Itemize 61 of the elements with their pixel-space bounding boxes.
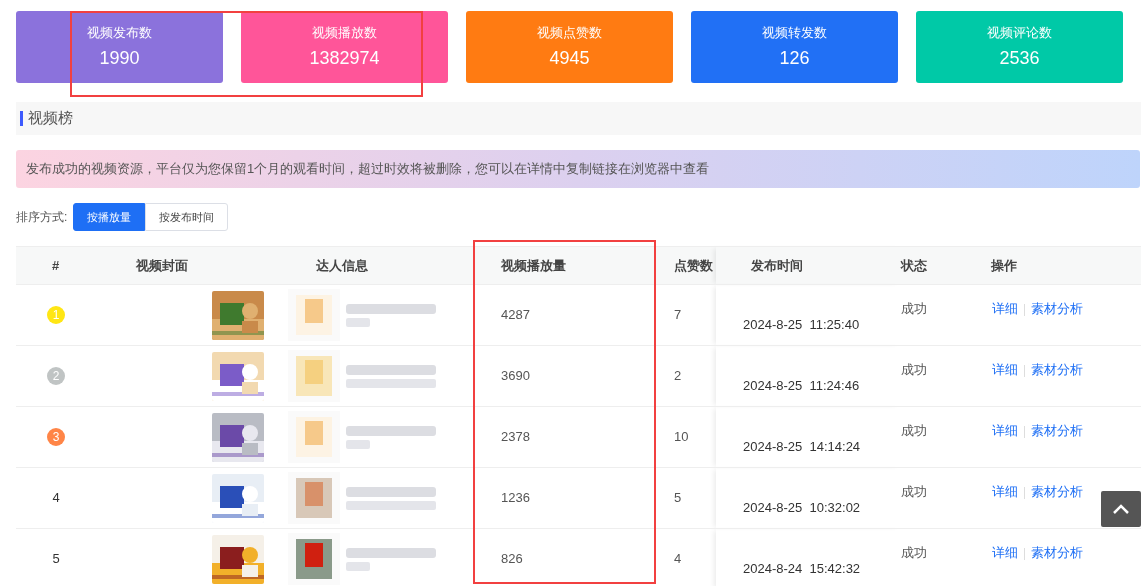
action-link[interactable]: 素材分析: [1031, 301, 1083, 316]
publish-time: 2024-8-25 11:24:46: [743, 378, 860, 394]
action-link[interactable]: 详细: [992, 484, 1018, 499]
like-count: 5: [674, 490, 682, 506]
stat-label: 视频评论数: [987, 24, 1052, 42]
sort-option[interactable]: 按发布时间: [145, 203, 229, 231]
column-header: 状态: [901, 257, 927, 273]
notice-banner: 发布成功的视频资源，平台仅为您保留1个月的观看时间，超过时效将被删除，您可以在详情中复制链接在浏览器中查看: [16, 150, 1140, 188]
stat-value: 126: [779, 46, 810, 70]
back-to-top-button[interactable]: [1101, 491, 1141, 527]
like-count: 2: [674, 368, 682, 384]
publish-time: 2024-8-25 14:14:24: [743, 439, 861, 455]
stat-label: 视频发布数: [87, 24, 152, 42]
stat-value: 1990: [99, 46, 140, 70]
stat-value: 1382974: [309, 46, 380, 70]
play-count: 2378: [501, 429, 530, 445]
like-count: 10: [674, 429, 689, 445]
action-link[interactable]: 素材分析: [1031, 545, 1083, 560]
like-count: 4: [674, 551, 682, 567]
action-link[interactable]: 详细: [992, 545, 1018, 560]
action-link[interactable]: 详细: [992, 301, 1018, 316]
column-header: 发布时间: [751, 257, 803, 273]
rank-number: 5: [52, 551, 60, 567]
status-text: 成功: [901, 484, 927, 499]
sort-label: 排序方式:: [16, 209, 68, 226]
publish-time: 2024-8-25 11:25:40: [743, 317, 860, 333]
chevron-up-icon: [1113, 504, 1129, 514]
publish-time: 2024-8-25 10:32:02: [743, 500, 861, 516]
status-text: 成功: [901, 362, 927, 377]
status-text: 成功: [901, 423, 927, 438]
column-header: 操作: [991, 257, 1017, 273]
action-link[interactable]: 详细: [992, 362, 1018, 377]
play-count: 3690: [501, 368, 530, 384]
column-header: 点赞数: [674, 257, 713, 273]
status-text: 成功: [901, 545, 927, 560]
rank-number: 4: [52, 490, 60, 506]
play-count: 4287: [501, 307, 530, 323]
rank-badge: 1: [47, 306, 65, 325]
sort-option[interactable]: 按播放量: [73, 203, 146, 231]
rank-badge: 2: [47, 367, 65, 386]
action-link[interactable]: 素材分析: [1031, 423, 1083, 438]
section-title: 视频榜: [28, 108, 73, 129]
publish-time: 2024-8-24 15:42:32: [743, 561, 861, 577]
stat-label: 视频点赞数: [537, 24, 602, 42]
status-text: 成功: [901, 301, 927, 316]
action-link[interactable]: 素材分析: [1031, 362, 1083, 377]
section-marker: [20, 111, 23, 126]
column-header: 视频封面: [136, 257, 188, 273]
stat-label: 视频播放数: [312, 24, 377, 42]
like-count: 7: [674, 307, 682, 323]
rank-badge: 3: [47, 428, 65, 447]
stat-value: 2536: [999, 46, 1040, 70]
column-header: #: [51, 257, 60, 273]
column-header: 视频播放量: [501, 257, 566, 273]
play-count: 826: [501, 551, 523, 567]
stat-label: 视频转发数: [762, 24, 827, 42]
column-header: 达人信息: [316, 257, 368, 273]
play-count: 1236: [501, 490, 530, 506]
stat-value: 4945: [549, 46, 590, 70]
action-link[interactable]: 详细: [992, 423, 1018, 438]
action-link[interactable]: 素材分析: [1031, 484, 1083, 499]
